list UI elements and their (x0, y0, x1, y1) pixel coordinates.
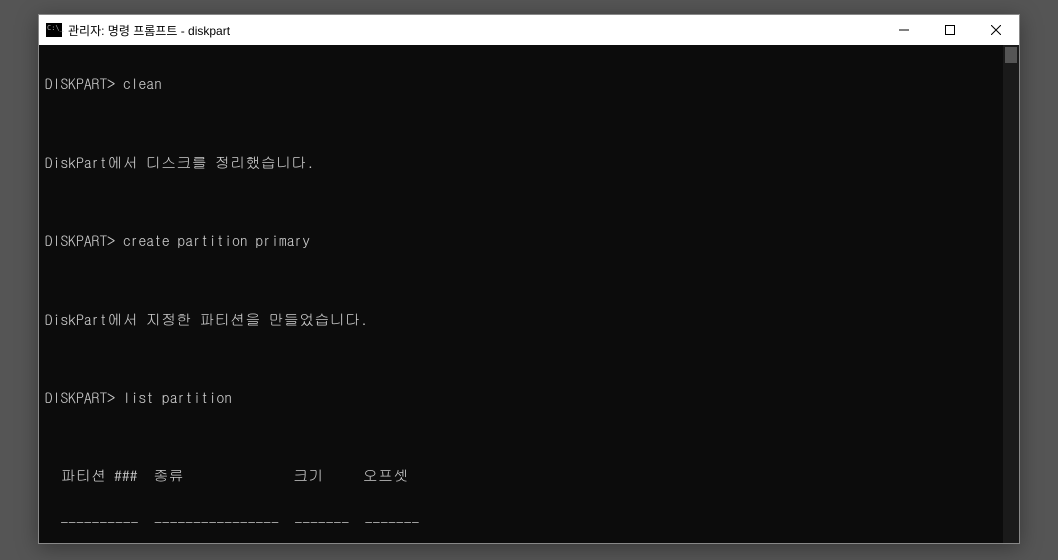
cmd-line: DISKPART> clean (45, 72, 1013, 95)
scrollbar-thumb[interactable] (1005, 47, 1017, 63)
maximize-icon (945, 25, 955, 35)
cmd-line: DISKPART> list partition (45, 386, 1013, 409)
table-divider: ---------- ---------------- ------- ----… (45, 511, 1013, 534)
output-line: DiskPart에서 지정한 파티션을 만들었습니다. (45, 308, 1013, 331)
table-header: 파티션 ### 종류 크기 오프셋 (45, 464, 1013, 487)
minimize-button[interactable] (881, 15, 927, 45)
close-icon (991, 25, 1001, 35)
output-line: DiskPart에서 디스크를 정리했습니다. (45, 151, 1013, 174)
cmd-icon (46, 23, 62, 37)
close-button[interactable] (973, 15, 1019, 45)
cmd-line: DISKPART> create partition primary (45, 229, 1013, 252)
scrollbar[interactable] (1003, 45, 1019, 543)
window-controls (881, 15, 1019, 45)
window-title: 관리자: 명령 프롬프트 - diskpart (68, 22, 230, 39)
window-frame: 관리자: 명령 프롬프트 - diskpart DISKPART> clean … (38, 14, 1020, 544)
terminal-output[interactable]: DISKPART> clean DiskPart에서 디스크를 정리했습니다. … (39, 45, 1019, 543)
maximize-button[interactable] (927, 15, 973, 45)
minimize-icon (899, 25, 909, 35)
titlebar[interactable]: 관리자: 명령 프롬프트 - diskpart (39, 15, 1019, 45)
